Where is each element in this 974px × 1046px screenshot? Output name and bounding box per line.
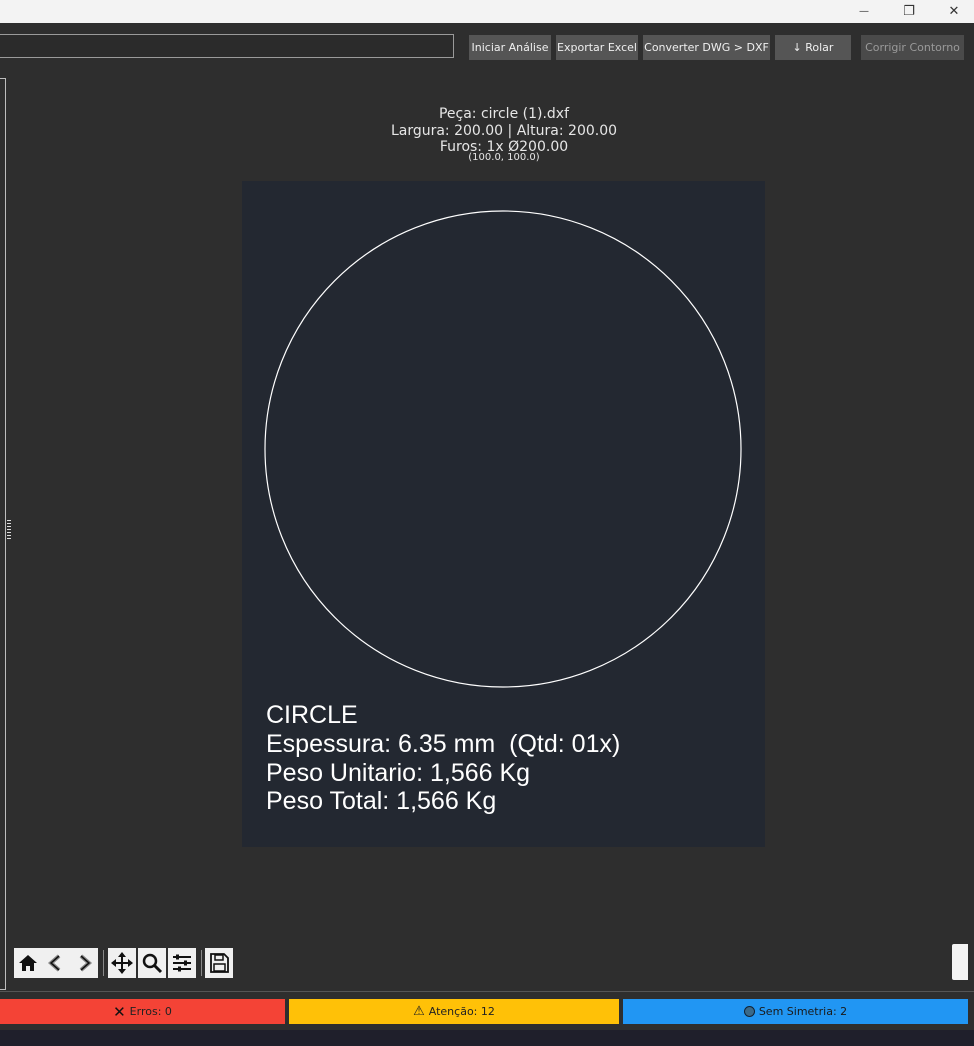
part-thickness: Espessura: 6.35 mm (Qtd: 01x) bbox=[266, 730, 621, 758]
forward-arrow-icon bbox=[79, 954, 93, 972]
errors-label: Erros: 0 bbox=[129, 1005, 172, 1018]
file-list-panel[interactable] bbox=[0, 78, 6, 990]
pan-icon bbox=[111, 952, 133, 974]
zoom-button[interactable] bbox=[138, 948, 166, 978]
side-panel-handle[interactable] bbox=[952, 944, 968, 980]
zoom-icon bbox=[142, 953, 163, 974]
center-coordinates: (100.0, 100.0) bbox=[468, 152, 540, 163]
scroll-down-button[interactable]: ↓ Rolar bbox=[775, 35, 851, 60]
home-button[interactable] bbox=[14, 948, 42, 978]
convert-dwg-dxf-button[interactable]: Converter DWG > DXF bbox=[643, 35, 770, 60]
os-taskbar bbox=[0, 1030, 974, 1046]
errors-status[interactable]: ✕ Erros: 0 bbox=[0, 999, 285, 1024]
close-icon: ✕ bbox=[948, 4, 960, 19]
splitter-handle[interactable] bbox=[7, 520, 11, 540]
toolbar-separator bbox=[201, 950, 202, 976]
home-icon bbox=[19, 955, 37, 971]
part-name: CIRCLE bbox=[266, 701, 358, 729]
drawing-canvas[interactable]: CIRCLE Espessura: 6.35 mm (Qtd: 01x) Pes… bbox=[242, 181, 765, 847]
forward-button[interactable] bbox=[70, 948, 98, 978]
circle-icon bbox=[743, 1006, 755, 1017]
start-analysis-button[interactable]: Iniciar Análise bbox=[469, 35, 551, 60]
minimize-icon: — bbox=[859, 6, 869, 17]
part-unit-weight: Peso Unitario: 1,566 Kg bbox=[266, 759, 531, 787]
back-button[interactable] bbox=[42, 948, 70, 978]
back-arrow-icon bbox=[47, 954, 61, 972]
warnings-status[interactable]: ⚠ Atenção: 12 bbox=[289, 999, 619, 1024]
close-icon: ✕ bbox=[113, 1002, 126, 1021]
configure-subplots-button[interactable] bbox=[168, 948, 196, 978]
symmetry-label: Sem Simetria: 2 bbox=[758, 1005, 848, 1018]
configure-subplots-icon bbox=[173, 954, 191, 972]
warnings-label: Atenção: 12 bbox=[428, 1005, 495, 1018]
restore-button[interactable]: ❐ bbox=[886, 0, 932, 23]
divider bbox=[0, 991, 974, 992]
save-icon bbox=[210, 953, 229, 973]
warning-icon: ⚠ bbox=[413, 1004, 425, 1019]
piece-dimensions: Largura: 200.00 | Altura: 200.00 bbox=[390, 123, 618, 139]
fix-contour-button[interactable]: Corrigir Contorno bbox=[861, 35, 964, 60]
save-figure-button[interactable] bbox=[205, 948, 233, 978]
symmetry-status[interactable]: Sem Simetria: 2 bbox=[623, 999, 968, 1024]
minimize-button[interactable]: — bbox=[841, 0, 887, 23]
export-excel-button[interactable]: Exportar Excel bbox=[556, 35, 638, 60]
piece-filename: Peça: circle (1).dxf bbox=[438, 106, 570, 122]
circle-contour bbox=[264, 210, 742, 688]
toolbar-separator bbox=[103, 950, 104, 976]
file-path-input[interactable] bbox=[0, 34, 454, 58]
part-total-weight: Peso Total: 1,566 Kg bbox=[266, 787, 497, 815]
pan-button[interactable] bbox=[108, 948, 136, 978]
close-button[interactable]: ✕ bbox=[931, 0, 974, 23]
window-title-bar: — ❐ ✕ bbox=[0, 0, 974, 23]
restore-icon: ❐ bbox=[903, 4, 915, 19]
